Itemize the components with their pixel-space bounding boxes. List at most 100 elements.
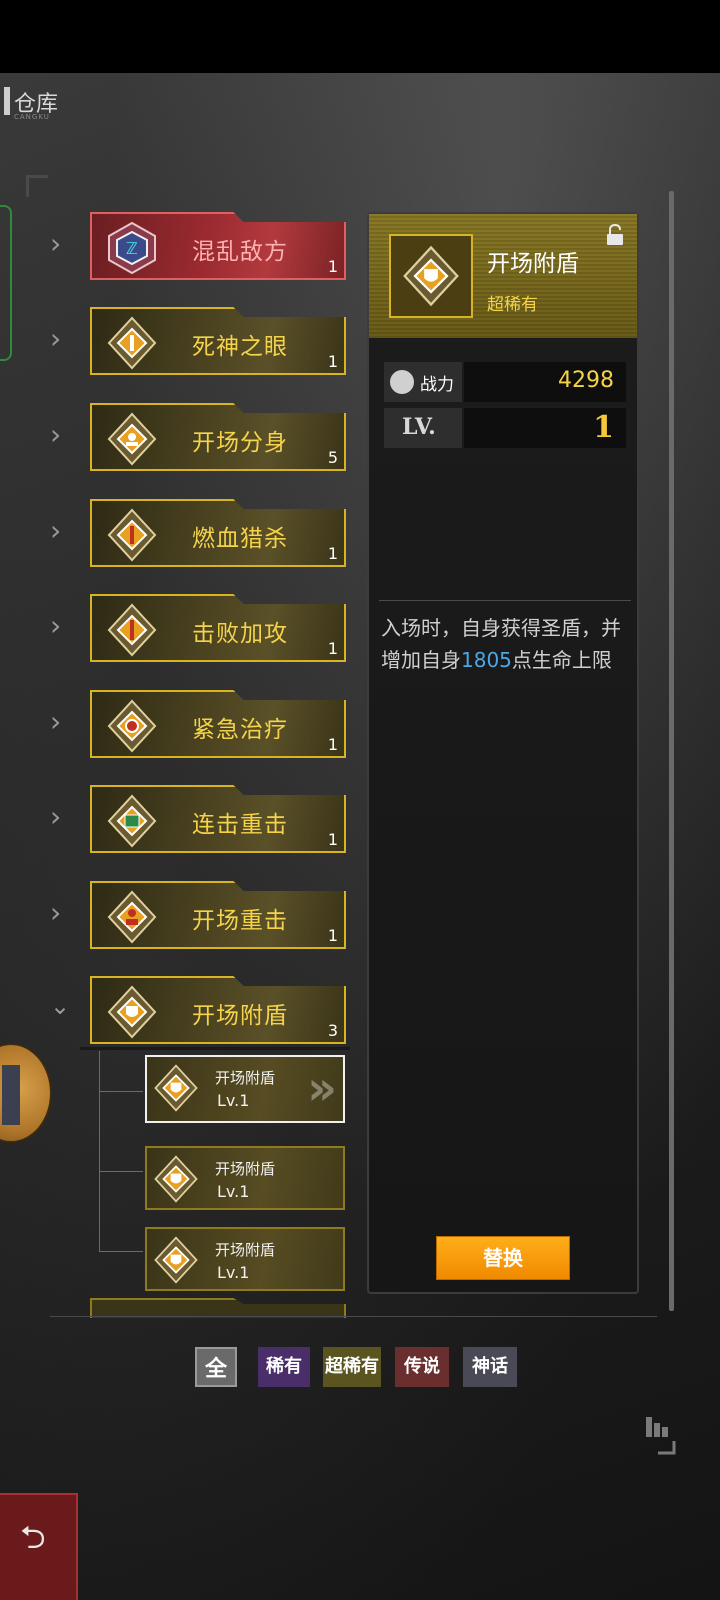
details-icon-frame [389, 234, 473, 318]
details-panel: 开场附盾 超稀有 战力 4298 LV. 1 入场时，自身获得圣盾，并增加自身1… [367, 212, 639, 1294]
skill-instance-card[interactable]: 开场附盾 Lv.1 [145, 1146, 345, 1210]
back-arrow-icon: ⮌ [20, 1518, 46, 1556]
svg-text:ℤ: ℤ [126, 239, 138, 258]
skill-name: 连击重击 [192, 812, 288, 838]
chevron-right-icon[interactable]: › [50, 325, 72, 353]
chevron-right-icon[interactable]: › [50, 612, 72, 640]
skill-emblem-icon [107, 412, 157, 466]
skill-card[interactable]: 开场分身 5 [90, 403, 346, 471]
back-button[interactable]: ⮌ [0, 1493, 78, 1600]
skill-emblem-icon [107, 603, 157, 657]
details-rarity: 超稀有 [487, 295, 538, 315]
details-title: 开场附盾 [487, 251, 579, 277]
expand-divider [80, 1047, 350, 1050]
skill-card[interactable]: 击败加攻 1 [90, 594, 346, 662]
skill-count: 1 [327, 544, 338, 563]
skill-emblem-icon [107, 794, 157, 848]
fist-icon [390, 370, 414, 394]
skill-description: 入场时，自身获得圣盾，并增加自身1805点生命上限 [381, 612, 633, 676]
power-value-cell: 4298 [464, 362, 626, 402]
skill-card[interactable]: ℤ 混乱敌方 1 [90, 212, 346, 280]
filter-super-rare-button[interactable]: 超稀有 [323, 1347, 381, 1387]
power-label: 战力 [420, 375, 454, 395]
shield-emblem-icon [107, 985, 157, 1039]
instance-name: 开场附盾 [215, 1160, 276, 1178]
level-label: LV. [402, 414, 436, 440]
details-divider [379, 600, 631, 601]
skill-card[interactable]: 死神之眼 1 [90, 307, 346, 375]
instance-level: Lv.1 [217, 1091, 250, 1110]
skill-card[interactable]: 连击重击 1 [90, 785, 346, 853]
skill-emblem-icon [107, 890, 157, 944]
chaos-emblem-icon: ℤ [108, 221, 156, 275]
desc-text: 点生命上限 [511, 648, 612, 672]
skill-instance-card[interactable]: 开场附盾 Lv.1 » [145, 1055, 345, 1123]
details-header: 开场附盾 超稀有 [369, 214, 637, 338]
warehouse-screen: 仓库 CANGKU › ℤ 混乱敌方 1 › 死神之眼 1 › 开场分身 5 ›… [0, 73, 720, 1600]
power-row: 战力 4298 [384, 362, 626, 402]
tree-line [99, 1051, 100, 1251]
level-value-cell: 1 [464, 408, 626, 448]
skill-card[interactable]: 开场附盾 3 [90, 976, 346, 1044]
side-tab-outline[interactable] [0, 205, 12, 361]
chevron-right-icon[interactable]: › [50, 708, 72, 736]
unlock-icon[interactable] [605, 224, 625, 246]
skill-count: 1 [327, 830, 338, 849]
level-value: 1 [593, 410, 614, 445]
chevron-right-icon[interactable]: › [50, 517, 72, 545]
level-row: LV. 1 [384, 408, 626, 448]
shield-emblem-icon [403, 245, 459, 307]
shield-emblem-icon [154, 1064, 198, 1112]
chevron-right-icon[interactable]: › [50, 421, 72, 449]
skill-emblem-icon [107, 316, 157, 370]
skill-name: 开场重击 [192, 908, 288, 934]
filter-rare-button[interactable]: 稀有 [258, 1347, 310, 1387]
corner-deco-icon [646, 1417, 676, 1455]
skill-count: 1 [327, 352, 338, 371]
skill-count: 1 [327, 639, 338, 658]
instance-name: 开场附盾 [215, 1241, 276, 1259]
shield-emblem-icon [154, 1155, 198, 1203]
filter-legend-button[interactable]: 传说 [395, 1347, 449, 1387]
chevron-right-icon[interactable]: › [50, 230, 72, 258]
chevron-down-icon[interactable]: ⌄ [50, 994, 72, 1018]
skill-name: 燃血猎杀 [192, 526, 288, 552]
skill-name: 紧急治疗 [192, 717, 288, 743]
skill-card[interactable]: 紧急治疗 1 [90, 690, 346, 758]
instance-level: Lv.1 [217, 1263, 250, 1282]
status-bar [0, 0, 720, 73]
skill-card-partial[interactable] [90, 1298, 346, 1318]
shield-emblem-icon [154, 1236, 198, 1284]
skill-count: 3 [327, 1021, 338, 1040]
skill-name: 死神之眼 [192, 334, 288, 360]
skill-name: 击败加攻 [192, 621, 288, 647]
title-accent-bar [4, 87, 10, 115]
tree-line [99, 1251, 143, 1252]
skill-instance-card[interactable]: 开场附盾 Lv.1 [145, 1227, 345, 1291]
power-label-cell: 战力 [384, 362, 462, 402]
skill-count: 1 [327, 926, 338, 945]
frame-corner [26, 175, 48, 197]
skill-card[interactable]: 燃血猎杀 1 [90, 499, 346, 567]
skill-name: 开场分身 [192, 430, 288, 456]
replace-button[interactable]: 替换 [436, 1236, 570, 1280]
character-avatar[interactable] [0, 1043, 52, 1143]
instance-name: 开场附盾 [215, 1069, 276, 1087]
filter-myth-button[interactable]: 神话 [463, 1347, 517, 1387]
skill-emblem-icon [107, 508, 157, 562]
filter-all-button[interactable]: 全 [195, 1347, 237, 1387]
instance-level: Lv.1 [217, 1182, 250, 1201]
bottom-divider [50, 1316, 657, 1317]
skill-count: 5 [327, 448, 338, 467]
tree-line [99, 1171, 143, 1172]
power-value: 4298 [558, 368, 614, 393]
skill-card[interactable]: 开场重击 1 [90, 881, 346, 949]
level-label-cell: LV. [384, 408, 462, 448]
skill-count: 1 [327, 257, 338, 276]
tree-line [99, 1091, 143, 1092]
chevron-right-icon[interactable]: › [50, 899, 72, 927]
scrollbar[interactable] [669, 191, 674, 1311]
desc-highlight-value: 1805 [461, 648, 512, 672]
chevron-right-icon[interactable]: › [50, 803, 72, 831]
skill-name: 开场附盾 [192, 1003, 288, 1029]
